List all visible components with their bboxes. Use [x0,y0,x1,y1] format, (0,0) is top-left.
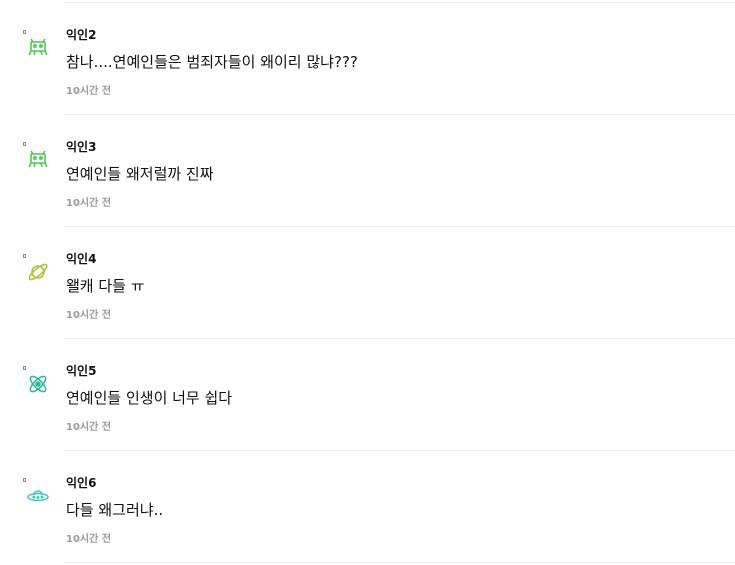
ufo-icon[interactable] [26,484,50,508]
space-invader-icon[interactable] [26,36,50,60]
comment-text: 다들 왜그러냐.. [66,501,164,519]
comment-text: 연예인들 인생이 너무 쉽다 [66,389,233,407]
comment-time: 10시간 전 [66,534,111,545]
divider [64,562,735,563]
comment-text: 참나....연예인들은 범죄자들이 왜이리 많냐??? [66,53,358,71]
comment-author: 익인3 [66,140,97,154]
comment-marker [23,254,26,258]
comment-item: 익인5 연예인들 인생이 너무 쉽다 10시간 전 [0,339,735,451]
comment-author: 익인2 [66,28,97,42]
comment-time: 10시간 전 [66,86,111,97]
comment-text: 연예인들 왜저럴까 진짜 [66,165,214,183]
comment-item: 익인2 참나....연예인들은 범죄자들이 왜이리 많냐??? 10시간 전 [0,3,735,115]
comment-author: 익인6 [66,476,97,490]
comment-text: 왤캐 다들 ㅠ [66,277,145,295]
atom-icon[interactable] [26,372,50,396]
comment-item: 익인3 연예인들 왜저럴까 진짜 10시간 전 [0,115,735,227]
comment-marker [23,478,26,482]
comment-marker [23,30,26,34]
comment-item: 익인6 다들 왜그러냐.. 10시간 전 [0,451,735,563]
space-invader-icon[interactable] [26,148,50,172]
comment-time: 10시간 전 [66,422,111,433]
comment-feed: 익인2 참나....연예인들은 범죄자들이 왜이리 많냐??? 10시간 전 익… [0,0,735,565]
comment-author: 익인4 [66,252,97,266]
comment-time: 10시간 전 [66,198,111,209]
comment-author: 익인5 [66,364,97,378]
planet-icon[interactable] [26,260,50,284]
comment-marker [23,366,26,370]
comment-item: 익인4 왤캐 다들 ㅠ 10시간 전 [0,227,735,339]
comment-time: 10시간 전 [66,310,111,321]
comment-marker [23,142,26,146]
